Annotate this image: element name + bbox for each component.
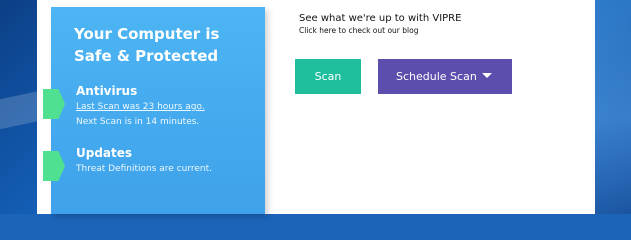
updates-heading: Updates (76, 146, 133, 160)
scan-button[interactable]: Scan (295, 59, 361, 94)
antivirus-status-marker-icon (43, 89, 65, 119)
schedule-scan-button[interactable]: Schedule Scan (378, 59, 512, 94)
definitions-status-text: Threat Definitions are current. (76, 164, 213, 174)
antivirus-heading: Antivirus (76, 84, 138, 98)
schedule-scan-label: Schedule Scan (396, 70, 477, 83)
blog-promo: See what we're up to with VIPRE Click he… (299, 12, 461, 36)
last-scan-link[interactable]: Last Scan was 23 hours ago. (76, 100, 205, 115)
blog-link[interactable]: Click here to check out our blog (299, 26, 461, 36)
status-title-line2: Safe & Protected (74, 47, 219, 65)
chevron-down-icon[interactable] (482, 73, 492, 78)
protection-status-title: Your Computer is Safe & Protected (74, 23, 254, 67)
status-title-line1: Your Computer is (74, 25, 220, 43)
updates-section: Updates Threat Definitions are current. (76, 146, 212, 177)
protection-status-panel: Your Computer is Safe & Protected Antivi… (43, 7, 265, 214)
antivirus-section: Antivirus Last Scan was 23 hours ago. Ne… (76, 84, 205, 130)
next-scan-text: Next Scan is in 14 minutes. (76, 117, 200, 127)
updates-status-marker-icon (43, 151, 65, 181)
blog-title: See what we're up to with VIPRE (299, 13, 462, 24)
